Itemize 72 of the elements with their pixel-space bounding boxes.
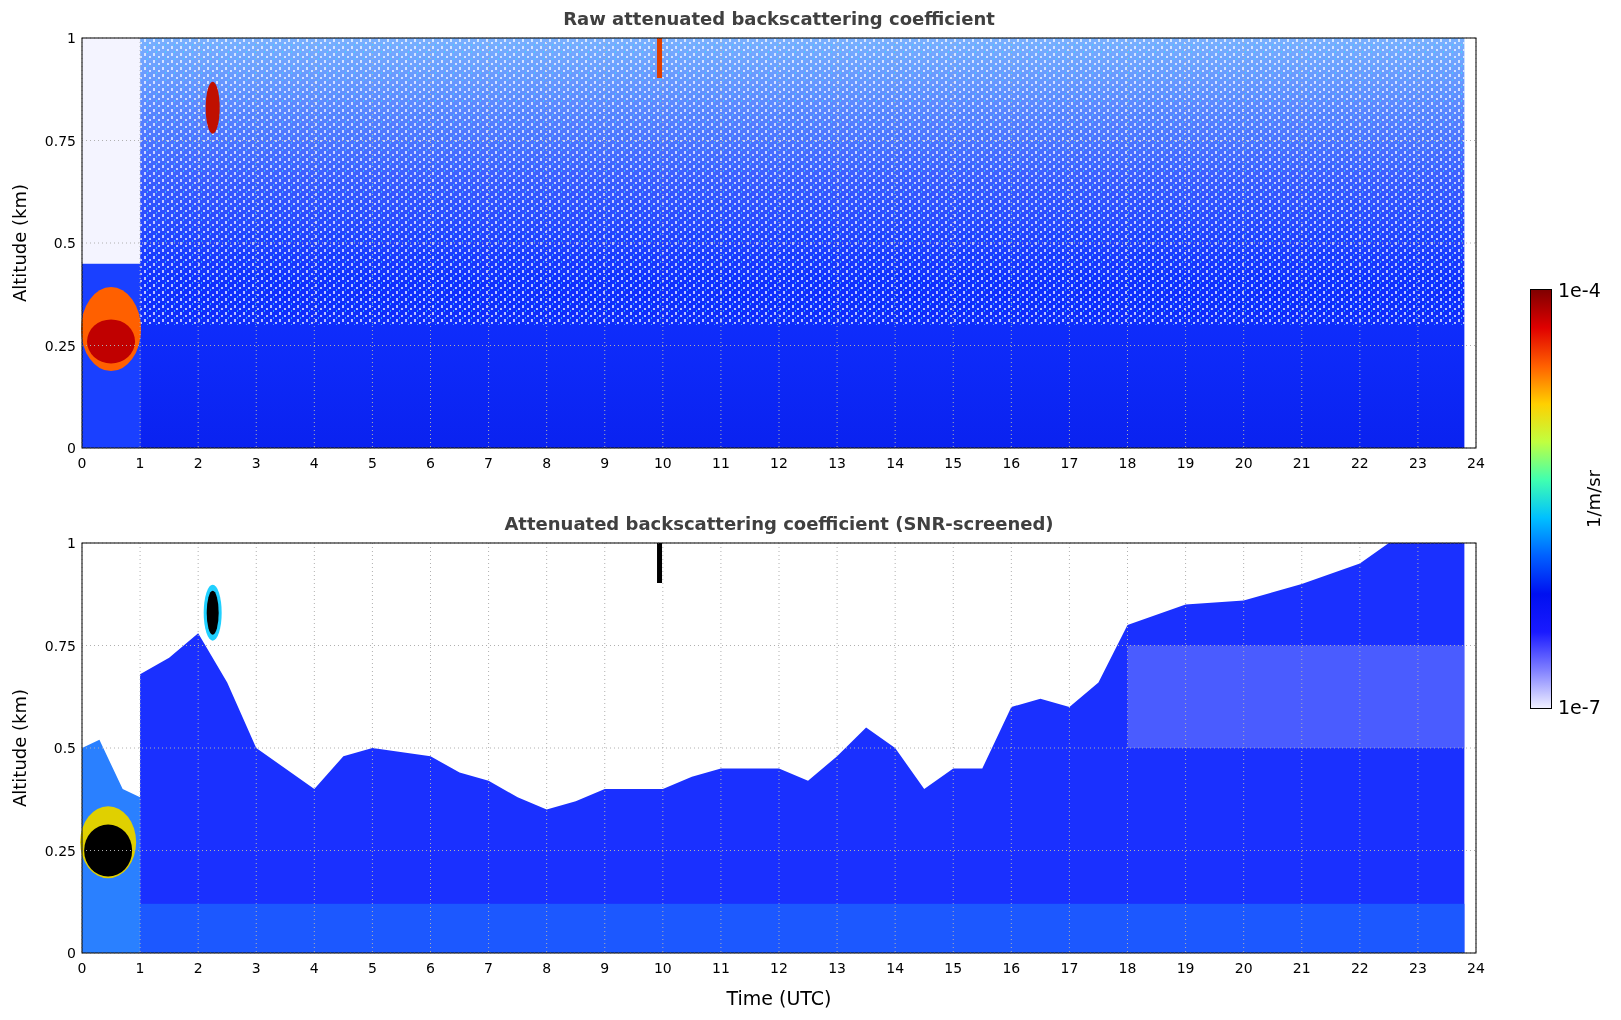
y-tick-label: 1 — [67, 537, 76, 551]
x-tick-label: 6 — [426, 960, 435, 976]
colorbar-max-label: 1e-4 — [1558, 281, 1601, 300]
x-tick-label: 12 — [770, 455, 788, 471]
x-tick-label: 11 — [712, 455, 730, 471]
cloud-streak — [657, 543, 663, 583]
x-tick-label: 4 — [309, 455, 319, 471]
x-tick-label: 17 — [1060, 455, 1079, 471]
x-tick-label: 6 — [426, 455, 435, 471]
x-tick-label: 13 — [828, 960, 846, 976]
x-tick-label: 1 — [135, 455, 145, 471]
x-tick-label: 9 — [600, 960, 610, 976]
x-tick-label: 21 — [1292, 455, 1311, 471]
cloud-patch — [203, 584, 222, 641]
y-tick-label: 0.75 — [44, 132, 76, 149]
cloud-patch — [205, 81, 220, 134]
x-tick-label: 20 — [1234, 455, 1253, 471]
x-tick-label: 5 — [367, 960, 377, 976]
y-tick-label: 0.25 — [44, 337, 76, 354]
x-tick-label: 16 — [1002, 455, 1021, 471]
x-tick-label: 10 — [653, 455, 672, 471]
x-tick-label: 20 — [1234, 960, 1253, 976]
x-tick-label: 23 — [1409, 455, 1427, 471]
x-tick-label: 19 — [1176, 455, 1195, 471]
x-tick-label: 14 — [886, 960, 905, 976]
x-tick-label: 18 — [1118, 455, 1137, 471]
x-tick-label: 23 — [1409, 960, 1427, 976]
x-tick-label: 13 — [828, 455, 846, 471]
y-tick-label: 0 — [67, 440, 76, 456]
plot-title: Attenuated backscattering coefficient (SNR-screened) — [504, 515, 1054, 536]
y-tick-label: 1 — [67, 32, 76, 46]
x-tick-label: 8 — [542, 960, 552, 976]
y-tick-label: 0.5 — [53, 740, 76, 756]
y-tick-label: 0 — [67, 945, 76, 961]
colorbar-min-label: 1e-7 — [1558, 698, 1601, 717]
x-tick-label: 7 — [484, 455, 494, 471]
x-tick-label: 15 — [944, 455, 963, 471]
x-tick-label: 3 — [251, 455, 261, 471]
x-tick-label: 4 — [309, 960, 319, 976]
x-tick-label: 0 — [77, 455, 87, 471]
x-tick-label: 24 — [1467, 455, 1485, 471]
x-tick-label: 24 — [1467, 960, 1485, 976]
x-tick-label: 2 — [193, 960, 203, 976]
x-tick-label: 16 — [1002, 960, 1021, 976]
x-tick-label: 22 — [1350, 455, 1369, 471]
x-tick-label: 1 — [135, 960, 145, 976]
x-tick-label: 17 — [1060, 960, 1079, 976]
x-tick-label: 18 — [1118, 960, 1137, 976]
y-tick-label: 0.5 — [53, 235, 76, 251]
x-tick-label: 2 — [193, 455, 203, 471]
cloud-streak — [657, 38, 663, 78]
x-tick-label: 9 — [600, 455, 610, 471]
x-tick-label: 22 — [1350, 960, 1369, 976]
x-tick-label: 3 — [251, 960, 261, 976]
x-axis-label: Time (UTC) — [726, 987, 832, 1009]
x-tick-label: 8 — [542, 455, 552, 471]
x-tick-label: 11 — [712, 960, 730, 976]
x-tick-label: 14 — [886, 455, 905, 471]
x-tick-label: 5 — [367, 455, 377, 471]
colorbar-unit-label: 1/m/sr — [1584, 470, 1603, 528]
x-tick-label: 15 — [944, 960, 963, 976]
x-tick-label: 21 — [1292, 960, 1311, 976]
x-tick-label: 19 — [1176, 960, 1195, 976]
y-tick-label: 0.75 — [44, 637, 76, 654]
y-axis-label: Altitude (km) — [9, 688, 30, 808]
x-tick-label: 12 — [770, 960, 788, 976]
plot-title: Raw attenuated backscattering coefficient — [563, 10, 995, 31]
x-tick-label: 0 — [77, 960, 87, 976]
x-tick-label: 10 — [653, 960, 672, 976]
y-tick-label: 0.25 — [44, 842, 76, 859]
y-axis-label: Altitude (km) — [9, 183, 30, 303]
x-tick-label: 7 — [484, 960, 494, 976]
